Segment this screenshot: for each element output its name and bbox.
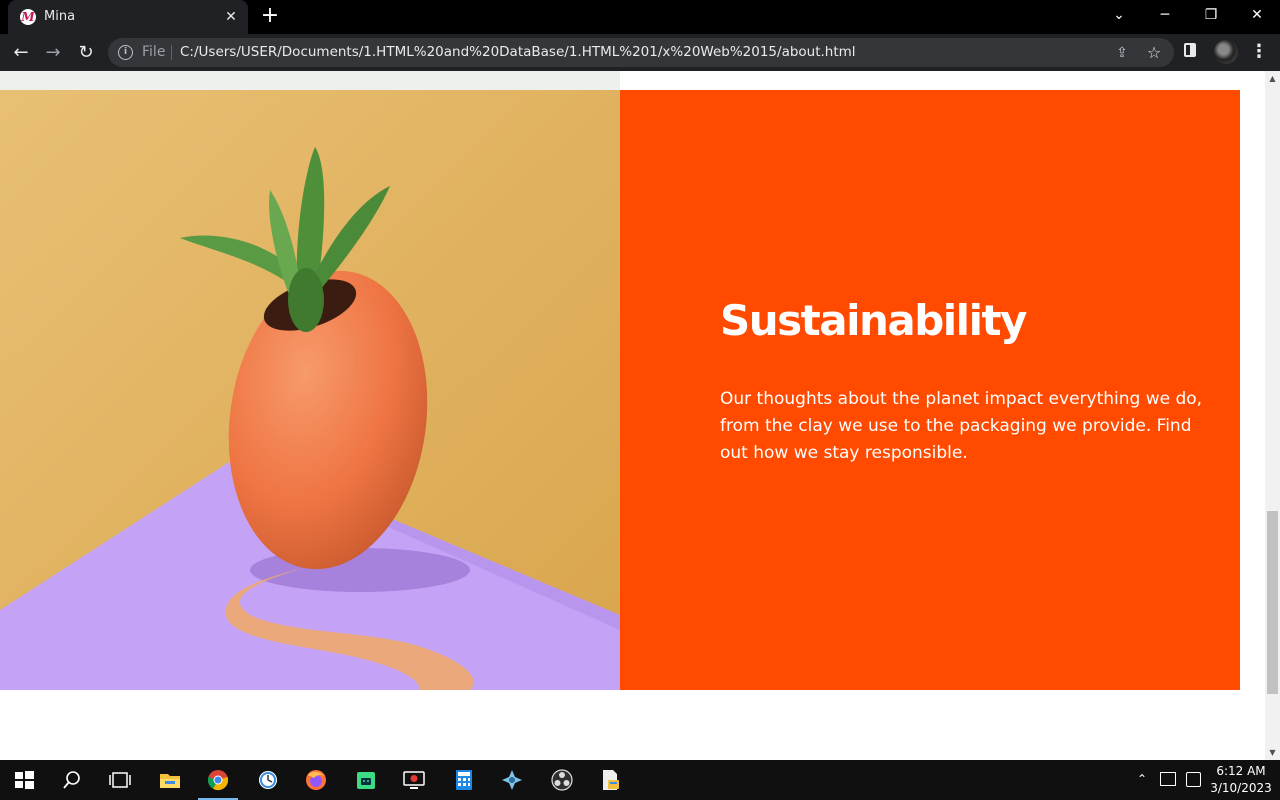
site-favicon-icon: M [20, 9, 36, 25]
browser-tab[interactable]: M Mina ✕ [8, 0, 248, 34]
taskbar-android-studio[interactable] [342, 760, 390, 800]
scroll-up-arrow-icon[interactable]: ▲ [1265, 71, 1280, 86]
tray-overflow-icon[interactable]: ⌃ [1137, 772, 1147, 786]
profile-avatar[interactable] [1214, 40, 1238, 64]
tab-close-icon[interactable]: ✕ [222, 8, 240, 26]
taskbar-file-explorer[interactable] [146, 760, 194, 800]
windows-start-icon [15, 771, 34, 789]
sustainability-panel: Sustainability Our thoughts about the pl… [620, 90, 1240, 690]
browser-menu-icon[interactable]: ⋮ [1250, 39, 1268, 65]
scroll-down-arrow-icon[interactable]: ▼ [1265, 745, 1280, 760]
browser-toolbar: ← → ↻ i File C:/Users/USER/Documents/1.H… [0, 34, 1280, 71]
previous-section-edge [0, 71, 620, 90]
share-icon[interactable]: ⇪ [1112, 43, 1132, 63]
bookmark-star-icon[interactable]: ☆ [1144, 43, 1164, 63]
clock-app-icon [259, 771, 277, 789]
address-bar[interactable]: i File C:/Users/USER/Documents/1.HTML%20… [108, 38, 1174, 67]
window-close-button[interactable]: ✕ [1234, 0, 1280, 30]
scheme-label: File [142, 44, 166, 60]
back-button[interactable]: ← [7, 39, 35, 67]
planter-photo-illustration [0, 90, 620, 690]
network-icon[interactable] [1160, 772, 1176, 786]
taskbar-clock-time[interactable]: 6:12 AM [1206, 763, 1276, 779]
url-text[interactable]: C:/Users/USER/Documents/1.HTML%20and%20D… [180, 44, 856, 61]
firefox-icon [306, 770, 326, 790]
minimize-button[interactable]: ─ [1142, 0, 1188, 30]
android-studio-icon [357, 772, 375, 789]
screen-recorder-icon [403, 771, 425, 789]
planter-photo [0, 90, 620, 690]
sustainability-heading: Sustainability [720, 296, 1027, 345]
address-divider [171, 45, 172, 60]
tab-strip: M Mina ✕ + ⌄ ─ ❐ ✕ [0, 0, 1280, 34]
tab-search-button[interactable]: ⌄ [1096, 0, 1142, 30]
game-icon [502, 770, 522, 790]
page-scrollbar[interactable]: ▲ ▼ [1265, 71, 1280, 760]
start-button[interactable] [0, 760, 48, 800]
taskbar-obs[interactable] [538, 760, 586, 800]
chrome-icon [207, 770, 229, 791]
windows-taskbar: ⌃ 6:12 AM 3/10/2023 [0, 760, 1280, 800]
taskbar-search-button[interactable] [48, 760, 96, 800]
taskbar-file-app[interactable] [586, 760, 634, 800]
reload-button[interactable]: ↻ [72, 39, 100, 67]
file-explorer-icon [160, 774, 180, 788]
file-app-icon [603, 770, 619, 790]
info-icon[interactable]: i [118, 45, 133, 60]
notifications-icon[interactable] [1186, 772, 1201, 787]
scroll-thumb[interactable] [1267, 511, 1278, 694]
restore-button[interactable]: ❐ [1188, 0, 1234, 30]
page-viewport: Sustainability Our thoughts about the pl… [0, 71, 1265, 760]
new-tab-button[interactable]: + [258, 5, 282, 29]
search-icon [63, 771, 80, 789]
sustainability-description: Our thoughts about the planet impact eve… [720, 389, 1203, 463]
taskbar-clock-date[interactable]: 3/10/2023 [1206, 780, 1276, 796]
calculator-icon [456, 770, 472, 790]
taskbar-screen-recorder[interactable] [390, 760, 438, 800]
plant-leaf [288, 268, 324, 332]
tab-title: Mina [44, 9, 76, 24]
taskbar-chrome[interactable] [194, 760, 242, 800]
taskbar-game[interactable] [488, 760, 536, 800]
obs-icon [551, 769, 573, 791]
taskbar-clock-app[interactable] [244, 760, 292, 800]
forward-button[interactable]: → [39, 39, 67, 67]
taskbar-firefox[interactable] [292, 760, 340, 800]
taskbar-calculator[interactable] [440, 760, 488, 800]
task-view-button[interactable] [96, 760, 144, 800]
task-view-icon [109, 772, 131, 788]
side-panel-icon[interactable] [1184, 43, 1196, 57]
